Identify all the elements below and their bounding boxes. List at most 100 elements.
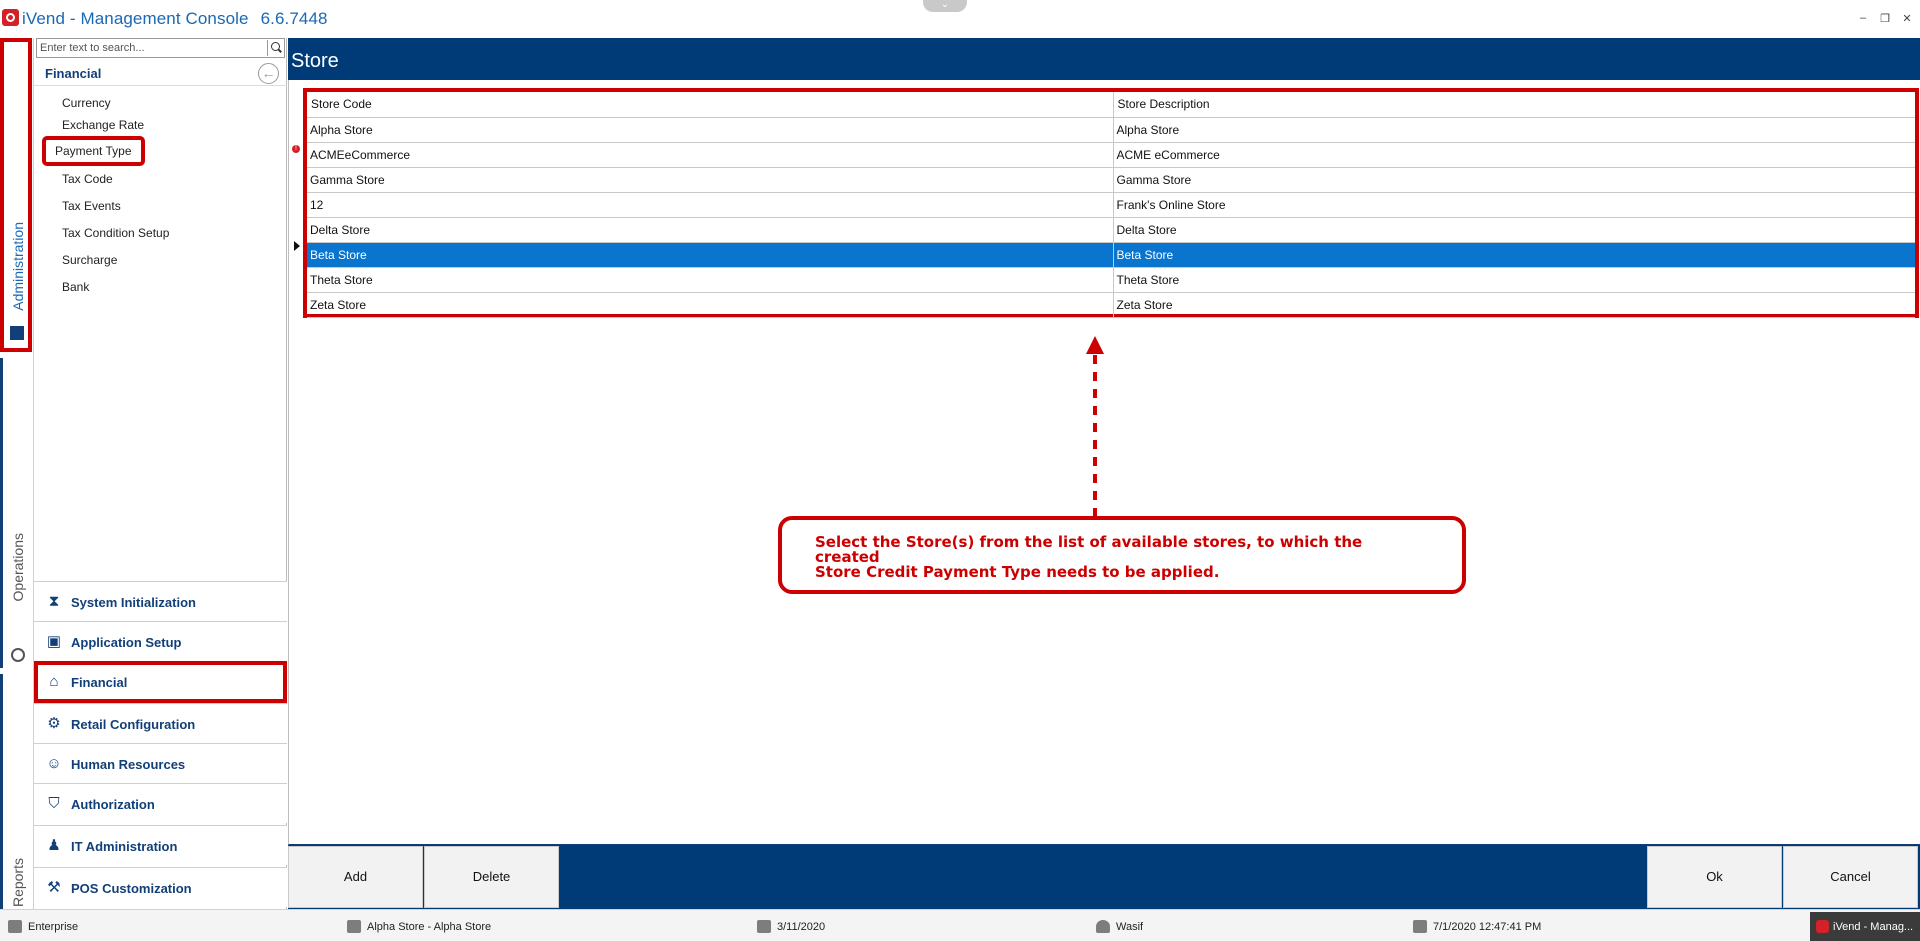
cell-store-code[interactable]: Gamma Store <box>307 167 1114 193</box>
cell-store-code[interactable]: Theta Store <box>307 267 1114 293</box>
key-icon <box>1413 920 1427 933</box>
window-icon: ▣ <box>46 633 62 650</box>
status-bar: Enterprise Alpha Store - Alpha Store 3/1… <box>0 909 1920 941</box>
pos-icon: ⚒ <box>47 879 61 896</box>
shield-icon: ⛉ <box>48 795 60 812</box>
content-area: ! Store Code Store Description Alpha Sto… <box>288 80 1920 845</box>
status-business-date: 3/11/2020 <box>757 920 825 933</box>
app-version: 6.6.7448 <box>260 9 328 28</box>
module-it-administration[interactable]: ♟ IT Administration <box>34 825 287 865</box>
cell-store-code[interactable]: Delta Store <box>307 217 1114 243</box>
table-row[interactable]: 12 Frank's Online Store <box>307 192 1915 218</box>
hourglass-icon: ⧗ <box>48 593 60 610</box>
store-grid-frame: Store Code Store Description Alpha Store… <box>303 88 1919 318</box>
module-label: Retail Configuration <box>71 717 196 732</box>
status-store-text: Alpha Store - Alpha Store <box>367 920 492 933</box>
callout-line-2: Store Credit Payment Type needs to be ap… <box>815 563 1220 581</box>
module-human-resources[interactable]: ☺ Human Resources <box>34 743 287 783</box>
vnav-operations[interactable]: Operations <box>0 358 32 668</box>
window-controls: – ❐ ✕ <box>1858 12 1912 25</box>
menu-item-currency[interactable]: Currency <box>56 92 117 114</box>
vnav-operations-label: Operations <box>10 533 26 602</box>
cell-store-description[interactable]: Zeta Store <box>1113 292 1915 318</box>
status-store: Alpha Store - Alpha Store <box>347 920 491 933</box>
restore-button[interactable]: ❐ <box>1880 12 1890 25</box>
people-icon: ☺ <box>46 755 62 772</box>
status-edition-text: Enterprise <box>28 920 79 933</box>
menu-item-payment-type[interactable]: Payment Type <box>42 136 145 166</box>
cell-store-description[interactable]: Theta Store <box>1113 267 1915 293</box>
collapse-ribbon-button[interactable]: ⌄ <box>923 0 967 12</box>
module-pos-customization[interactable]: ⚒ POS Customization <box>34 867 287 907</box>
search-box <box>36 38 285 58</box>
close-button[interactable]: ✕ <box>1902 12 1912 25</box>
menu-item-tax-events[interactable]: Tax Events <box>56 195 127 217</box>
vnav-administration-label: Administration <box>10 222 26 311</box>
vnav-reports[interactable]: Reports <box>0 674 32 941</box>
module-authorization[interactable]: ⛉ Authorization <box>34 783 287 823</box>
column-header-store-description[interactable]: Store Description <box>1113 92 1915 118</box>
table-row[interactable]: Theta Store Theta Store <box>307 267 1915 293</box>
section-header: Financial ← <box>34 60 287 86</box>
status-date-text: 3/11/2020 <box>777 920 826 933</box>
table-row[interactable]: ACMEeCommerce ACME eCommerce <box>307 142 1915 168</box>
callout-line-1: Select the Store(s) from the list of ava… <box>815 533 1363 566</box>
module-financial[interactable]: ⌂ Financial <box>34 661 287 703</box>
menu-item-tax-code[interactable]: Tax Code <box>56 168 119 190</box>
taskbar-app-button[interactable]: iVend - Manag... <box>1810 912 1920 941</box>
cell-store-code[interactable]: Beta Store <box>307 242 1114 268</box>
module-label: Financial <box>71 675 128 690</box>
table-row[interactable]: Gamma Store Gamma Store <box>307 167 1915 193</box>
table-row[interactable]: Delta Store Delta Store <box>307 217 1915 243</box>
module-system-initialization[interactable]: ⧗ System Initialization <box>34 581 287 621</box>
table-row[interactable]: Zeta Store Zeta Store <box>307 292 1915 318</box>
vnav-administration[interactable]: Administration <box>0 38 32 352</box>
module-retail-configuration[interactable]: ⚙ Retail Configuration <box>34 703 287 743</box>
vnav-reports-label: Reports <box>10 858 26 908</box>
cell-store-description[interactable]: Gamma Store <box>1113 167 1915 193</box>
vertical-nav: Administration Operations Reports <box>0 38 34 941</box>
status-user-text: Wasif <box>1116 920 1144 933</box>
add-button[interactable]: Add <box>288 846 423 908</box>
search-icon[interactable] <box>267 40 283 56</box>
app-name: iVend - Management Console <box>22 9 249 28</box>
ok-button[interactable]: Ok <box>1647 846 1782 908</box>
module-label: Human Resources <box>71 757 186 772</box>
calendar-icon <box>757 920 771 933</box>
gears-icon: ⚙ <box>47 715 61 732</box>
action-bar: Add Delete Ok Cancel <box>288 845 1920 909</box>
status-login-text: 7/1/2020 12:47:41 PM <box>1433 920 1542 933</box>
user-icon <box>1096 920 1110 933</box>
cell-store-code[interactable]: Zeta Store <box>307 292 1114 318</box>
cell-store-code[interactable]: Alpha Store <box>307 117 1114 143</box>
status-edition: Enterprise <box>8 920 78 933</box>
search-input[interactable] <box>37 39 257 57</box>
module-label: IT Administration <box>71 839 178 854</box>
minimize-button[interactable]: – <box>1858 12 1868 25</box>
table-row-selected[interactable]: Beta Store Beta Store <box>307 242 1915 268</box>
column-header-store-code[interactable]: Store Code <box>307 92 1114 118</box>
back-arrow-icon[interactable]: ← <box>258 63 279 84</box>
module-application-setup[interactable]: ▣ Application Setup <box>34 621 287 661</box>
menu-item-exchange-rate[interactable]: Exchange Rate <box>56 114 150 136</box>
app-logo-icon <box>1816 920 1829 933</box>
cell-store-description[interactable]: Delta Store <box>1113 217 1915 243</box>
cell-store-description[interactable]: ACME eCommerce <box>1113 142 1915 168</box>
delete-button[interactable]: Delete <box>424 846 559 908</box>
cell-store-description[interactable]: Beta Store <box>1113 242 1915 268</box>
cell-store-description[interactable]: Frank's Online Store <box>1113 192 1915 218</box>
module-label: System Initialization <box>71 595 196 610</box>
menu-item-surcharge[interactable]: Surcharge <box>56 249 123 271</box>
cell-store-description[interactable]: Alpha Store <box>1113 117 1915 143</box>
table-row[interactable]: Alpha Store Alpha Store <box>307 117 1915 143</box>
cell-store-code[interactable]: 12 <box>307 192 1114 218</box>
cancel-button[interactable]: Cancel <box>1783 846 1918 908</box>
gear-icon <box>11 648 25 662</box>
menu-item-bank[interactable]: Bank <box>56 276 95 298</box>
current-row-indicator-icon <box>294 241 300 251</box>
side-panel: Financial ← Currency Exchange Rate Payme… <box>34 38 287 909</box>
module-label: POS Customization <box>71 881 192 896</box>
status-login-time: 7/1/2020 12:47:41 PM <box>1413 920 1541 933</box>
cell-store-code[interactable]: ACMEeCommerce <box>307 142 1114 168</box>
menu-item-tax-condition-setup[interactable]: Tax Condition Setup <box>56 222 175 244</box>
